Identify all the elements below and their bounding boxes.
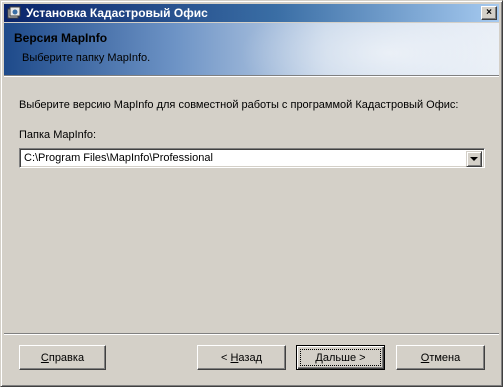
folder-label: Папка MapInfo:	[19, 129, 97, 141]
instruction-text: Выберите версию MapInfo для совместной р…	[19, 99, 459, 111]
page-subtitle: Выберите папку MapInfo.	[22, 52, 151, 64]
mapinfo-folder-select[interactable]: C:\Program Files\MapInfo\Professional	[19, 148, 485, 168]
wizard-header: Версия MapInfo Выберите папку MapInfo.	[4, 23, 499, 75]
footer-divider	[4, 333, 499, 335]
dropdown-button[interactable]	[466, 151, 482, 167]
page-title: Версия MapInfo	[14, 31, 108, 45]
help-mnemonic: С	[40, 351, 49, 364]
close-button[interactable]: ×	[481, 6, 497, 20]
back-label: азад	[238, 351, 262, 364]
mapinfo-folder-value: C:\Program Files\MapInfo\Professional	[24, 152, 213, 164]
next-button[interactable]: Дальше >	[296, 345, 385, 370]
back-button[interactable]: < Назад	[197, 345, 286, 370]
close-icon: ×	[486, 7, 492, 18]
header-divider	[4, 75, 499, 77]
help-button[interactable]: Справка	[19, 345, 106, 370]
setup-app-icon	[6, 5, 22, 21]
focus-rect	[300, 349, 381, 366]
window-title: Установка Кадастровый Офис	[26, 6, 208, 20]
cancel-label: тмена	[429, 351, 461, 364]
back-mnemonic: Н	[230, 351, 239, 364]
cancel-mnemonic: О	[420, 351, 430, 364]
header-decoration	[239, 23, 499, 75]
cancel-button[interactable]: Отмена	[396, 345, 485, 370]
title-bar[interactable]: Установка Кадастровый Офис ×	[4, 4, 499, 22]
back-prefix: <	[220, 351, 231, 364]
installer-window: Установка Кадастровый Офис × Версия MapI…	[0, 0, 503, 387]
chevron-down-icon	[470, 157, 478, 161]
help-label: правка	[48, 351, 85, 364]
